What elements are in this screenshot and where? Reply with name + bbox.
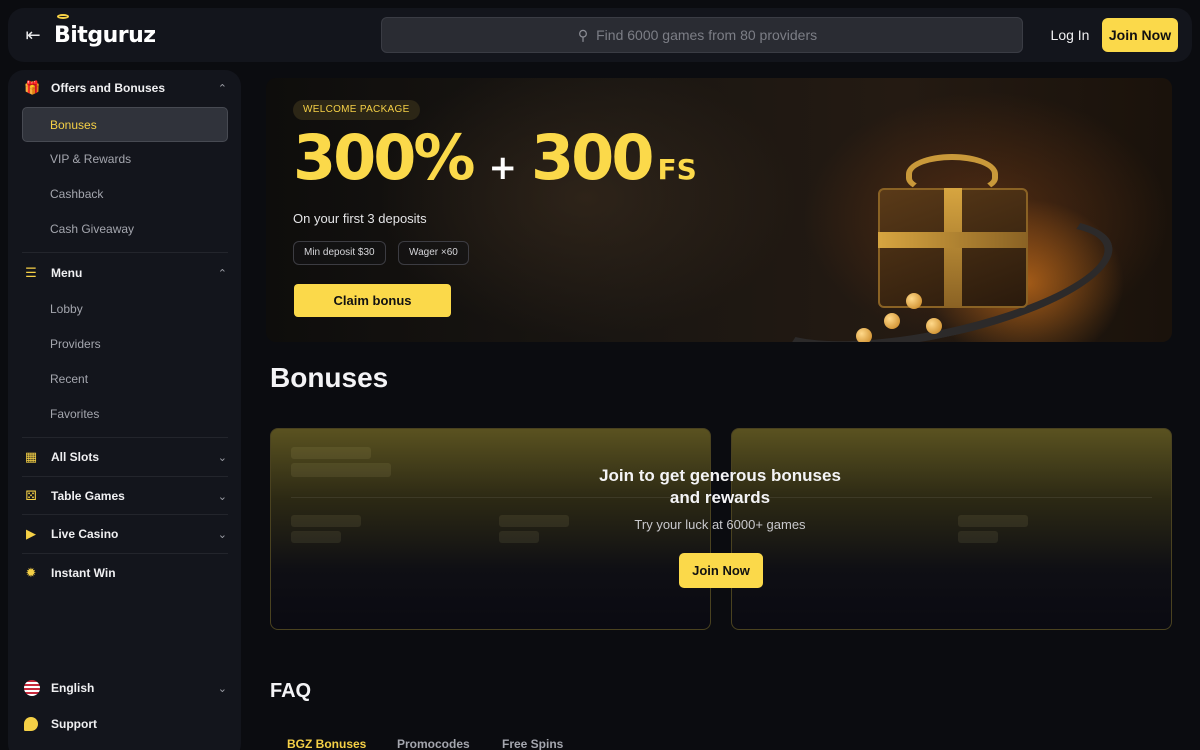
hero-fs: FS — [657, 153, 697, 186]
sidebar-item-label: Instant Win — [51, 566, 116, 580]
sidebar-item-label: All Slots — [51, 450, 100, 464]
join-prompt-subtitle: Try your luck at 6000+ games — [634, 517, 806, 532]
sidebar-item-all-slots[interactable]: ▦ All Slots ⌄ — [8, 439, 241, 475]
sidebar: 🎁 Offers and Bonuses ⌃ Bonuses VIP & Rew… — [8, 70, 241, 750]
faq-tab-promocodes[interactable]: Promocodes — [397, 737, 470, 750]
top-header: ⇤ Bitguruz ⚲ Log In Join Now — [8, 8, 1192, 62]
join-now-button[interactable]: Join Now — [1102, 18, 1178, 52]
divider — [22, 476, 228, 477]
support-label: Support — [51, 717, 97, 731]
language-label: English — [51, 681, 95, 695]
gift-box-image — [878, 188, 1028, 308]
bonuses-heading: Bonuses — [270, 362, 389, 393]
coin-decoration — [856, 328, 872, 342]
chevron-up-icon[interactable]: ⌃ — [218, 82, 227, 95]
chevron-down-icon[interactable]: ⌄ — [218, 451, 227, 464]
hero-spins: 300 — [531, 121, 654, 194]
wager-chip: Wager ×60 — [398, 241, 469, 265]
skeleton-bar — [499, 531, 539, 543]
join-prompt-title: Join to get generous bonuses and rewards — [520, 465, 920, 509]
language-selector[interactable]: English ⌄ — [8, 670, 241, 706]
play-icon: ▶ — [26, 526, 36, 541]
sidebar-section-label: Offers and Bonuses — [51, 81, 166, 95]
faq-heading: FAQ — [270, 680, 312, 702]
skeleton-bar — [958, 515, 1028, 527]
menu-search-icon: ☰ — [25, 265, 37, 280]
sidebar-item-label: Table Games — [51, 489, 125, 503]
coin-decoration — [906, 293, 922, 309]
join-now-button-bonuses[interactable]: Join Now — [679, 553, 763, 588]
hero-headline: 300% + 300 FS — [293, 126, 697, 190]
us-flag-icon — [24, 680, 40, 696]
sidebar-item-bonuses[interactable]: Bonuses — [22, 107, 228, 142]
sidebar-item-label: Live Casino — [51, 527, 119, 541]
welcome-hero-banner: WELCOME PACKAGE 300% + 300 FS On your fi… — [266, 78, 1172, 342]
logo-halo-icon — [57, 14, 69, 19]
hero-percent: 300% — [293, 121, 476, 194]
logo[interactable]: Bitguruz — [54, 14, 156, 50]
faq-tab-bgz-bonuses[interactable]: BGZ Bonuses — [287, 737, 366, 750]
support-link[interactable]: Support — [8, 706, 241, 742]
sidebar-section-offers[interactable]: 🎁 Offers and Bonuses ⌃ — [8, 70, 241, 106]
sidebar-item-recent[interactable]: Recent — [22, 361, 228, 396]
gift-icon: 🎁 — [24, 80, 41, 95]
chevron-down-icon[interactable]: ⌄ — [218, 490, 227, 503]
sidebar-item-providers[interactable]: Providers — [22, 326, 228, 361]
slots-grid-icon: ▦ — [24, 449, 38, 464]
min-deposit-chip: Min deposit $30 — [293, 241, 386, 265]
search-bar[interactable]: ⚲ — [381, 17, 1023, 53]
sidebar-section-menu[interactable]: ☰ Menu ⌃ — [8, 255, 241, 291]
divider — [22, 514, 228, 515]
sidebar-item-vip-rewards[interactable]: VIP & Rewards — [22, 141, 228, 176]
sidebar-section-label: Menu — [51, 266, 83, 280]
chevron-down-icon[interactable]: ⌄ — [218, 528, 227, 541]
logo-text: Bitguruz — [54, 22, 156, 48]
skeleton-bar — [291, 531, 341, 543]
divider — [22, 437, 228, 438]
collapse-left-icon[interactable]: ⇤ — [22, 23, 44, 47]
hero-subtitle: On your first 3 deposits — [293, 211, 427, 226]
coin-decoration — [884, 313, 900, 329]
login-button[interactable]: Log In — [1038, 18, 1102, 52]
welcome-package-badge: WELCOME PACKAGE — [293, 100, 420, 120]
sidebar-item-lobby[interactable]: Lobby — [22, 291, 228, 326]
faq-tab-free-spins[interactable]: Free Spins — [502, 737, 563, 750]
sidebar-item-live-casino[interactable]: ▶ Live Casino ⌄ — [8, 516, 241, 552]
claim-bonus-button[interactable]: Claim bonus — [294, 284, 451, 317]
divider — [22, 252, 228, 253]
sidebar-item-table-games[interactable]: ⚄ Table Games ⌄ — [8, 478, 241, 514]
chat-bubble-icon — [24, 717, 38, 731]
skeleton-bar — [291, 463, 391, 477]
search-icon: ⚲ — [577, 26, 589, 43]
divider — [22, 553, 228, 554]
chevron-up-icon[interactable]: ⌃ — [218, 267, 227, 280]
chevron-down-icon[interactable]: ⌄ — [218, 682, 227, 695]
dice-icon: ⚄ — [25, 488, 37, 503]
hero-plus: + — [488, 148, 518, 188]
sidebar-item-cashback[interactable]: Cashback — [22, 176, 228, 211]
skeleton-bar — [291, 515, 361, 527]
sidebar-item-cash-giveaway[interactable]: Cash Giveaway — [22, 211, 228, 246]
skeleton-bar — [291, 447, 371, 459]
skeleton-bar — [958, 531, 998, 543]
join-prompt-line2: and rewards — [669, 488, 771, 507]
burst-icon: ✹ — [25, 565, 37, 580]
search-input[interactable] — [596, 27, 827, 43]
coin-decoration — [926, 318, 942, 334]
sidebar-item-instant-win[interactable]: ✹ Instant Win — [8, 555, 241, 591]
sidebar-item-favorites[interactable]: Favorites — [22, 396, 228, 431]
join-prompt-line1: Join to get generous bonuses — [599, 466, 841, 485]
